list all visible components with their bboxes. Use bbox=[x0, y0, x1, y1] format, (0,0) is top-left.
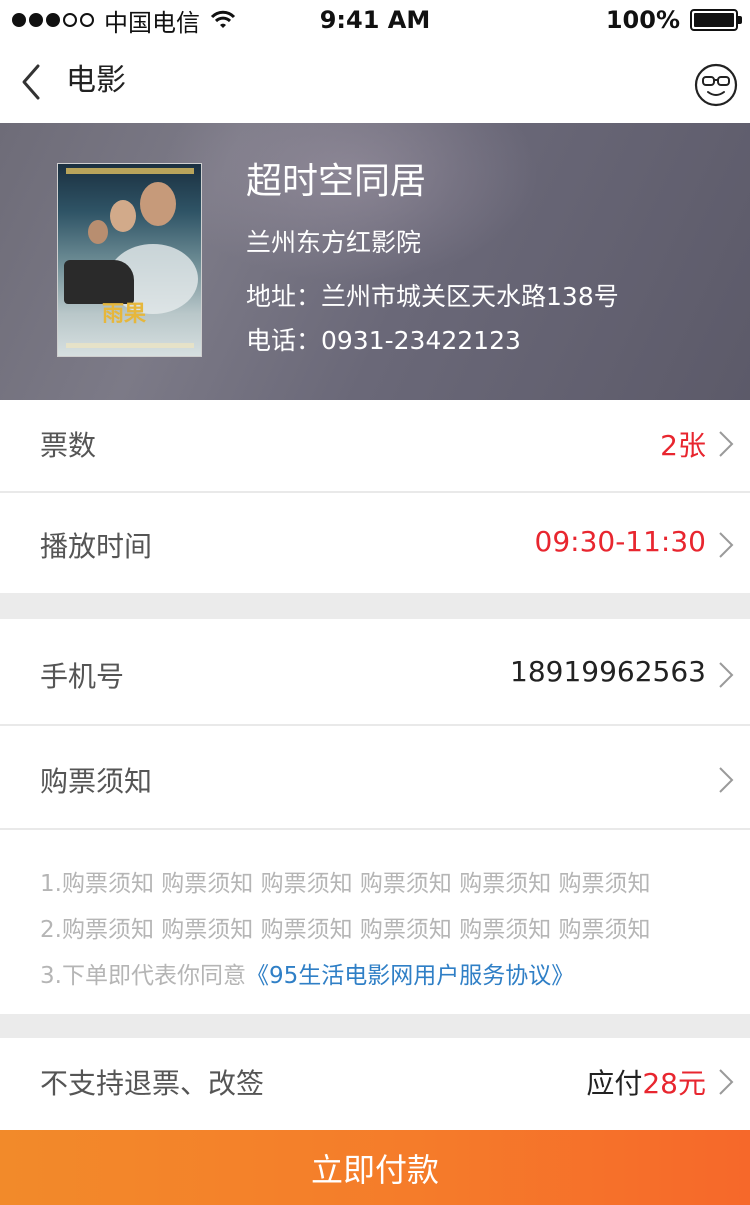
cinema-address: 地址：兰州市城关区天水路138号 bbox=[246, 282, 619, 311]
refund-notice: 不支持退票、改签 bbox=[40, 1067, 265, 1100]
status-bar: 中国电信 9:41 AM 100% bbox=[0, 0, 750, 40]
phone-number-value: 18919962563 bbox=[510, 655, 706, 688]
showtime-row[interactable]: 播放时间 09:30-11:30 bbox=[0, 493, 750, 593]
poster-tagline bbox=[66, 168, 194, 174]
amount-due-label: 应付 bbox=[586, 1067, 643, 1100]
showtime-value: 09:30-11:30 bbox=[534, 525, 707, 558]
poster-character bbox=[110, 200, 136, 232]
chevron-right-icon bbox=[719, 767, 734, 793]
section-gap bbox=[0, 593, 750, 619]
amount-due-value: 28元 bbox=[642, 1067, 706, 1100]
ticket-count-value: 2张 bbox=[660, 429, 706, 462]
nav-bar: 电影 bbox=[0, 40, 750, 123]
page-title: 电影 bbox=[66, 63, 126, 98]
chevron-right-icon bbox=[719, 532, 734, 558]
amount-due: 应付28元 bbox=[586, 1062, 706, 1102]
movie-poster: 雨果 bbox=[57, 163, 202, 357]
poster-title: 雨果 bbox=[102, 302, 147, 327]
notice-line-3-prefix: 3.下单即代表你同意 bbox=[40, 963, 246, 989]
battery-icon bbox=[690, 9, 742, 31]
payment-summary-row[interactable]: 不支持退票、改签 应付28元 bbox=[0, 1038, 750, 1130]
purchase-notice-text: 1.购票须知 购票须知 购票须知 购票须知 购票须知 购票须知 2.购票须知 购… bbox=[0, 830, 750, 1014]
movie-info-header: 雨果 超时空同居 兰州东方红影院 地址：兰州市城关区天水路138号 电话：093… bbox=[0, 123, 750, 400]
service-agreement-link[interactable]: 《95生活电影网用户服务协议》 bbox=[246, 963, 574, 989]
chevron-left-icon[interactable] bbox=[14, 60, 50, 104]
cinema-phone: 电话：0931-23422123 bbox=[246, 326, 521, 355]
ticket-count-row[interactable]: 票数 2张 bbox=[0, 400, 750, 491]
poster-character bbox=[88, 220, 108, 244]
chevron-right-icon bbox=[719, 431, 734, 457]
chevron-right-icon bbox=[719, 1069, 734, 1095]
battery-level-fill bbox=[694, 13, 734, 27]
phone-number-row[interactable]: 手机号 18919962563 bbox=[0, 619, 750, 724]
sunglasses-face-icon[interactable] bbox=[694, 63, 738, 107]
movie-title: 超时空同居 bbox=[246, 161, 427, 202]
notice-line-2: 2.购票须知 购票须知 购票须知 购票须知 购票须知 购票须知 bbox=[40, 917, 651, 943]
showtime-label: 播放时间 bbox=[40, 530, 153, 563]
pay-now-button[interactable]: 立即付款 bbox=[0, 1130, 750, 1205]
poster-character bbox=[140, 182, 176, 226]
battery-percent: 100% bbox=[605, 6, 680, 34]
purchase-notice-row[interactable]: 购票须知 bbox=[0, 726, 750, 828]
ticket-count-label: 票数 bbox=[40, 429, 97, 462]
cinema-name: 兰州东方红影院 bbox=[246, 228, 422, 257]
notice-line-1: 1.购票须知 购票须知 购票须知 购票须知 购票须知 购票须知 bbox=[40, 871, 651, 897]
notice-line-3: 3.下单即代表你同意《95生活电影网用户服务协议》 bbox=[40, 956, 574, 990]
battery-tip bbox=[738, 16, 742, 24]
status-right: 100% bbox=[605, 6, 742, 34]
section-gap bbox=[0, 1014, 750, 1038]
poster-credits bbox=[66, 343, 194, 348]
chevron-right-icon bbox=[719, 662, 734, 688]
purchase-notice-label: 购票须知 bbox=[40, 765, 153, 798]
phone-number-label: 手机号 bbox=[40, 660, 125, 693]
